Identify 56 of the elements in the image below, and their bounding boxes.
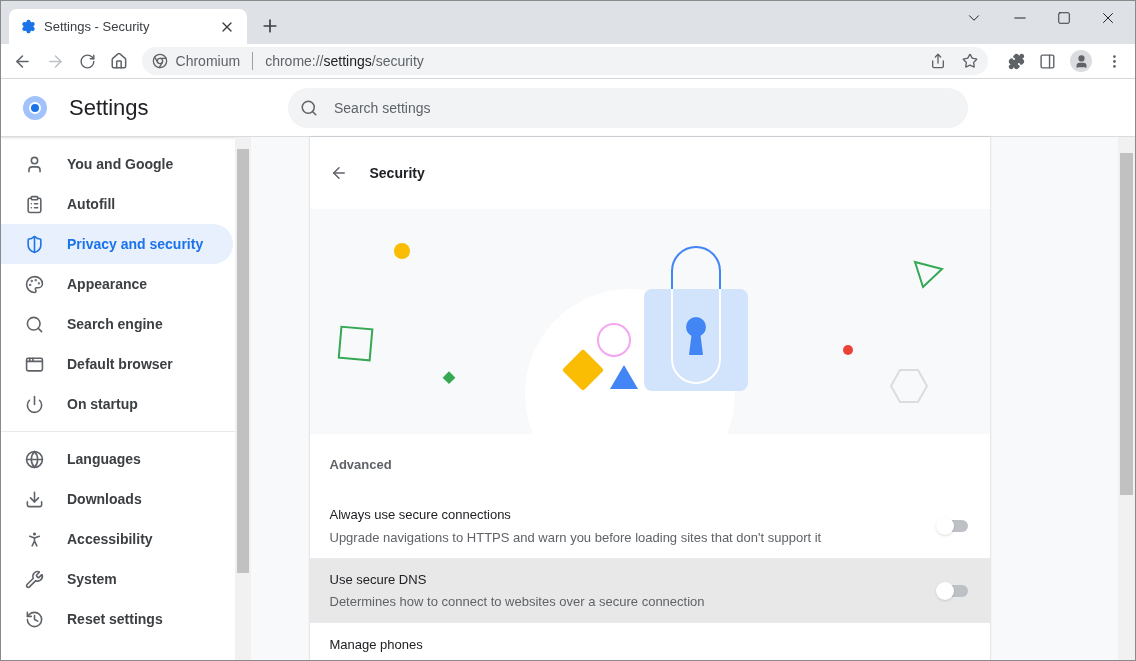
globe-icon — [25, 449, 44, 469]
search-icon — [25, 314, 44, 334]
sidebar-item[interactable]: System — [1, 559, 233, 599]
section-heading: Advanced — [329, 455, 392, 474]
settings-row[interactable]: Always use secure connections Upgrade navigations to HTTPS and warn you before loading sites that don't support it — [309, 494, 990, 558]
shield-icon — [25, 234, 44, 254]
extensions-icon[interactable] — [1008, 52, 1026, 70]
clipboard-icon — [25, 194, 44, 214]
power-icon — [25, 394, 44, 414]
sidebar-item[interactable]: Languages — [1, 439, 233, 479]
sidebar-item[interactable]: Accessibility — [1, 519, 233, 559]
chromium-logo-icon — [23, 95, 47, 120]
tab-title: Settings - Security — [44, 17, 151, 36]
toggle-switch[interactable] — [935, 517, 970, 535]
maximize-icon[interactable] — [1057, 11, 1071, 25]
row-title: Manage phones — [329, 636, 424, 654]
sidebar-item[interactable]: Search engine — [1, 304, 233, 344]
search-icon — [300, 98, 318, 117]
history-icon — [25, 609, 44, 629]
row-description: Upgrade navigations to HTTPS and warn you before loading sites that don't support it — [329, 528, 823, 547]
page-scrollbar[interactable] — [1118, 137, 1135, 660]
sidebar-item[interactable]: Reset settings — [1, 599, 233, 639]
share-icon[interactable] — [930, 53, 947, 69]
palette-icon — [25, 274, 44, 294]
sidebar-scrollbar[interactable] — [235, 137, 251, 660]
row-title: Use secure DNS — [329, 570, 428, 589]
person-icon — [25, 154, 44, 174]
sidebar-item[interactable]: Privacy and security — [1, 224, 233, 264]
chromium-logo-icon — [151, 53, 168, 69]
reload-icon[interactable] — [78, 52, 96, 70]
profile-avatar[interactable] — [1070, 50, 1093, 72]
wrench-icon — [25, 569, 44, 589]
site-label: Chromium — [175, 51, 241, 71]
settings-row[interactable]: Use secure DNS Determines how to connect to websites over a secure connection — [309, 558, 990, 622]
url-text: chrome://settings/security — [265, 51, 425, 71]
browser-tab[interactable]: Settings - Security — [9, 9, 247, 44]
toggle-switch[interactable] — [935, 581, 970, 600]
sidebar-item[interactable]: On startup — [1, 384, 233, 424]
search-field[interactable]: Search settings — [288, 87, 968, 128]
download-icon — [25, 489, 44, 509]
side-panel-icon[interactable] — [1039, 52, 1057, 70]
sidebar-item[interactable]: You and Google — [1, 144, 233, 184]
bookmark-star-icon[interactable] — [962, 53, 979, 69]
row-description: Determines how to connect to websites over a secure connection — [329, 593, 706, 611]
settings-row[interactable]: Manage phones — [309, 622, 990, 660]
sidebar-item[interactable]: Default browser — [1, 344, 233, 384]
sidebar-item[interactable]: Autofill — [1, 184, 233, 224]
page-title: Settings — [69, 94, 150, 122]
address-bar[interactable]: Chromium chrome://settings/security — [141, 47, 989, 75]
sidebar-item[interactable]: Appearance — [1, 264, 233, 304]
sidebar-item[interactable]: Downloads — [1, 479, 233, 519]
home-icon[interactable] — [109, 52, 128, 70]
row-title: Always use secure connections — [329, 506, 512, 524]
gear-icon — [21, 19, 36, 34]
browser-window-icon — [25, 354, 44, 374]
section-title: Security — [369, 163, 425, 183]
